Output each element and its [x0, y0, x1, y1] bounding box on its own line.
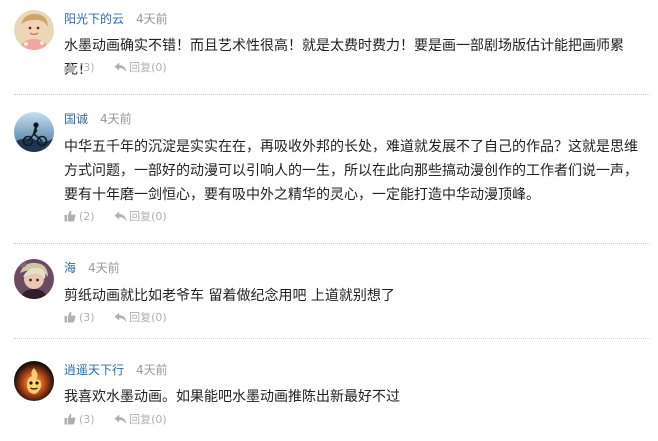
comment-actions: (3) 回复(0): [64, 310, 167, 326]
thumbs-up-icon: [64, 413, 76, 425]
comment-item: 阳光下的云 4天前 水墨动画确实不错！而且艺术性很高！就是太费时费力！要是画一部剧…: [0, 0, 658, 94]
like-count: (2): [79, 210, 95, 223]
reply-count: (0): [151, 210, 167, 223]
reply-arrow-icon: [114, 414, 127, 424]
comment-meta: 逍遥天下行 4天前: [64, 361, 168, 379]
comment-username[interactable]: 逍遥天下行: [64, 363, 124, 377]
reply-label: 回复: [129, 210, 152, 223]
comment-text: 中华五千年的沉淀是实实在在，再吸收外邦的长处，难道就发展不了自己的作品？这就是思…: [64, 139, 638, 203]
comment-username[interactable]: 阳光下的云: [64, 12, 124, 26]
reply-count: (0): [151, 61, 167, 74]
comment-actions: (2) 回复(0): [64, 209, 167, 225]
comment-item: 国诚 4天前 中华五千年的沉淀是实实在在，再吸收外邦的长处，难道就发展不了自己的作…: [0, 95, 658, 243]
comment-meta: 阳光下的云 4天前: [64, 10, 168, 28]
avatar[interactable]: [14, 10, 54, 50]
like-button[interactable]: (3): [64, 60, 95, 76]
reply-button[interactable]: 回复(0): [114, 310, 167, 326]
comment-item: 海 4天前 剪纸动画就比如老爷车 留着做纪念用吧 上道就别想了 (3) 回复(0): [0, 244, 658, 338]
comment-meta: 国诚 4天前: [64, 110, 132, 128]
reply-arrow-icon: [114, 211, 127, 221]
avatar[interactable]: [14, 361, 54, 401]
avatar-image: [14, 259, 54, 299]
thumbs-up-icon: [64, 311, 76, 323]
reply-button[interactable]: 回复(0): [114, 60, 167, 76]
like-count: (3): [79, 311, 95, 324]
reply-button[interactable]: 回复(0): [114, 209, 167, 225]
reply-label: 回复: [129, 311, 152, 324]
comment-username[interactable]: 国诚: [64, 112, 88, 126]
avatar-image: [14, 112, 54, 152]
comment-item: 逍遥天下行 4天前 我喜欢水墨动画。如果能吧水墨动画推陈出新最好不过 (3) 回复…: [0, 339, 658, 441]
reply-label: 回复: [129, 61, 152, 74]
comment-timestamp: 4天前: [100, 112, 132, 126]
avatar-image: [14, 10, 54, 50]
reply-count: (0): [151, 311, 167, 324]
thumbs-up-icon: [64, 210, 76, 222]
like-button[interactable]: (3): [64, 310, 95, 326]
like-count: (3): [79, 413, 95, 426]
comment-timestamp: 4天前: [136, 363, 168, 377]
reply-label: 回复: [129, 413, 152, 426]
comment-actions: (3) 回复(0): [64, 60, 167, 76]
like-button[interactable]: (2): [64, 209, 95, 225]
reply-arrow-icon: [114, 62, 127, 72]
comment-meta: 海 4天前: [64, 259, 120, 277]
comment-username[interactable]: 海: [64, 261, 76, 275]
comment-text: 我喜欢水墨动画。如果能吧水墨动画推陈出新最好不过: [64, 389, 400, 405]
avatar-image: [14, 361, 54, 401]
like-button[interactable]: (3): [64, 412, 95, 428]
reply-count: (0): [151, 413, 167, 426]
avatar[interactable]: [14, 259, 54, 299]
like-count: (3): [79, 61, 95, 74]
comment-timestamp: 4天前: [136, 12, 168, 26]
avatar[interactable]: [14, 112, 54, 152]
thumbs-up-icon: [64, 61, 76, 73]
reply-button[interactable]: 回复(0): [114, 412, 167, 428]
comment-timestamp: 4天前: [88, 261, 120, 275]
reply-arrow-icon: [114, 312, 127, 322]
comment-actions: (3) 回复(0): [64, 412, 167, 428]
comment-text: 剪纸动画就比如老爷车 留着做纪念用吧 上道就别想了: [64, 288, 395, 304]
